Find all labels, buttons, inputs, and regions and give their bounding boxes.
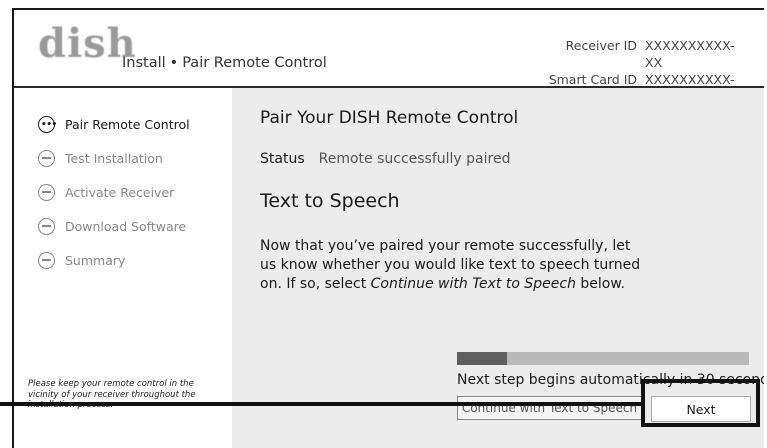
breadcrumb-separator: •	[169, 55, 179, 71]
instructions-part: below.	[575, 276, 625, 292]
install-steps-sidebar: ••• Pair Remote Control Test Installatio…	[14, 88, 232, 448]
header: dish Install • Pair Remote Control Receive…	[14, 10, 764, 104]
step-label: Pair Remote Control	[65, 117, 190, 132]
continue-with-tts-button[interactable]: Continue with Text to Speech	[457, 396, 642, 420]
instructions-text: Now that you’ve paired your remote succe…	[260, 237, 650, 294]
receiver-id-value: XXXXXXXXXX-XX	[645, 38, 735, 70]
annotation-pointer-line	[0, 402, 642, 406]
minus-circle-icon	[38, 150, 55, 167]
step-pair-remote-control: ••• Pair Remote Control	[38, 116, 190, 133]
step-label: Test Installation	[65, 151, 163, 166]
status-value: Remote successfully paired	[318, 151, 511, 167]
minus-circle-icon	[38, 184, 55, 201]
step-label: Summary	[65, 253, 126, 268]
page-title: Pair Your DISH Remote Control	[260, 108, 519, 128]
step-download-software: Download Software	[38, 218, 186, 235]
step-label: Activate Receiver	[65, 185, 175, 200]
annotation-highlight-box	[641, 379, 760, 427]
step-summary: Summary	[38, 252, 125, 269]
status-row: Status Remote successfully paired	[260, 151, 510, 167]
step-activate-receiver: Activate Receiver	[38, 184, 174, 201]
minus-circle-icon	[38, 252, 55, 269]
status-label: Status	[260, 151, 305, 167]
more-dots-circle-icon: •••	[38, 116, 57, 133]
breadcrumb-install: Install	[122, 55, 166, 71]
minus-circle-icon	[38, 218, 55, 235]
breadcrumb-current: Pair Remote Control	[182, 55, 327, 71]
step-test-installation: Test Installation	[38, 150, 163, 167]
receiver-id-label: Receiver ID	[565, 38, 637, 53]
breadcrumb: Install • Pair Remote Control	[122, 55, 327, 71]
instructions-emphasis: Continue with Text to Speech	[370, 276, 576, 292]
section-title: Text to Speech	[260, 190, 400, 212]
step-label: Download Software	[65, 219, 187, 234]
progress-fill	[457, 352, 507, 365]
countdown-progress-bar	[457, 352, 749, 365]
